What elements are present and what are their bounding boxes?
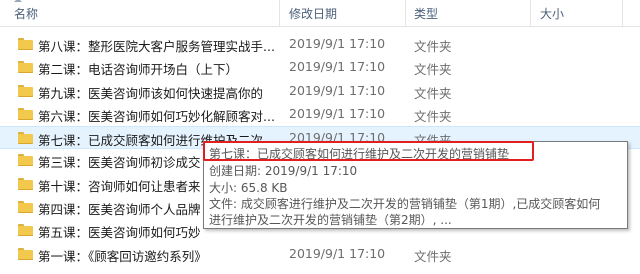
folder-icon: [18, 107, 33, 120]
file-name: 第六课：医美咨询师如何巧妙化解顾客对...: [38, 108, 275, 124]
folder-icon: [18, 38, 33, 50]
file-date: 2019/9/1 17:10: [289, 59, 386, 75]
folder-icon: [18, 154, 33, 167]
red-highlight-box: [203, 141, 534, 161]
file-row[interactable]: 第一课：《顾客回访邀约系列》 2019/9/1 17:10 文件夹: [0, 243, 640, 266]
tooltip-files-line1: 文件: 成交顾客进行维护及二次开发的营销铺垫（第1期）,已成交顾客如何: [209, 197, 601, 211]
file-row[interactable]: 第六课：医美咨询师如何巧妙化解顾客对... 2019/9/1 17:10 文件夹: [0, 103, 640, 126]
file-type: 文件夹: [414, 85, 452, 101]
file-name: 第二课：电话咨询师开场白（上下）: [38, 62, 239, 78]
file-date: 2019/9/1 17:10: [289, 245, 386, 261]
tooltip-created-date: 创建日期: 2019/9/1 17:10: [209, 164, 358, 178]
column-divider[interactable]: [405, 0, 406, 26]
file-type: 文件夹: [414, 39, 452, 54]
sort-up-icon: [14, 0, 22, 2]
column-modified-header[interactable]: 修改日期: [289, 5, 337, 22]
file-row[interactable]: 第二课：电话咨询师开场白（上下） 2019/9/1 17:10 文件夹: [0, 56, 640, 79]
folder-icon: [18, 177, 33, 190]
column-divider[interactable]: [622, 0, 623, 26]
column-header-bar: 名称 修改日期 类型 大小: [0, 0, 640, 27]
file-type: 文件夹: [414, 62, 452, 78]
tooltip-files-line2: 进行维护及二次开发的营销铺垫（第2期）, ...: [209, 213, 452, 227]
folder-icon: [18, 247, 33, 260]
file-date: 2019/9/1 17:10: [289, 82, 386, 98]
file-type: 文件夹: [414, 248, 452, 264]
column-type-header[interactable]: 类型: [414, 5, 438, 22]
folder-icon: [18, 224, 33, 237]
tooltip-size: 大小: 65.8 KB: [209, 181, 288, 195]
folder-icon: [18, 84, 33, 97]
file-row[interactable]: 第八课：整形医院大客户服务管理实战手... 2019/9/1 17:10 文件夹: [0, 33, 640, 56]
column-divider[interactable]: [279, 0, 280, 26]
column-size-header[interactable]: 大小: [540, 5, 564, 22]
folder-icon: [18, 201, 33, 214]
file-name: 第一课：《顾客回访邀约系列》: [38, 248, 207, 264]
folder-icon: [18, 61, 33, 74]
file-row[interactable]: 第九课：医美咨询师该如何快速提高你的 2019/9/1 17:10 文件夹: [0, 80, 640, 103]
file-name: 第九课：医美咨询师该如何快速提高你的: [38, 85, 264, 101]
folder-icon: [18, 132, 33, 145]
file-date: 2019/9/1 17:10: [289, 36, 386, 51]
file-type: 文件夹: [414, 108, 452, 124]
column-name-header[interactable]: 名称: [14, 5, 38, 22]
file-date: 2019/9/1 17:10: [289, 105, 386, 121]
column-divider[interactable]: [530, 0, 531, 26]
file-name: 第八课：整形医院大客户服务管理实战手...: [38, 39, 275, 54]
